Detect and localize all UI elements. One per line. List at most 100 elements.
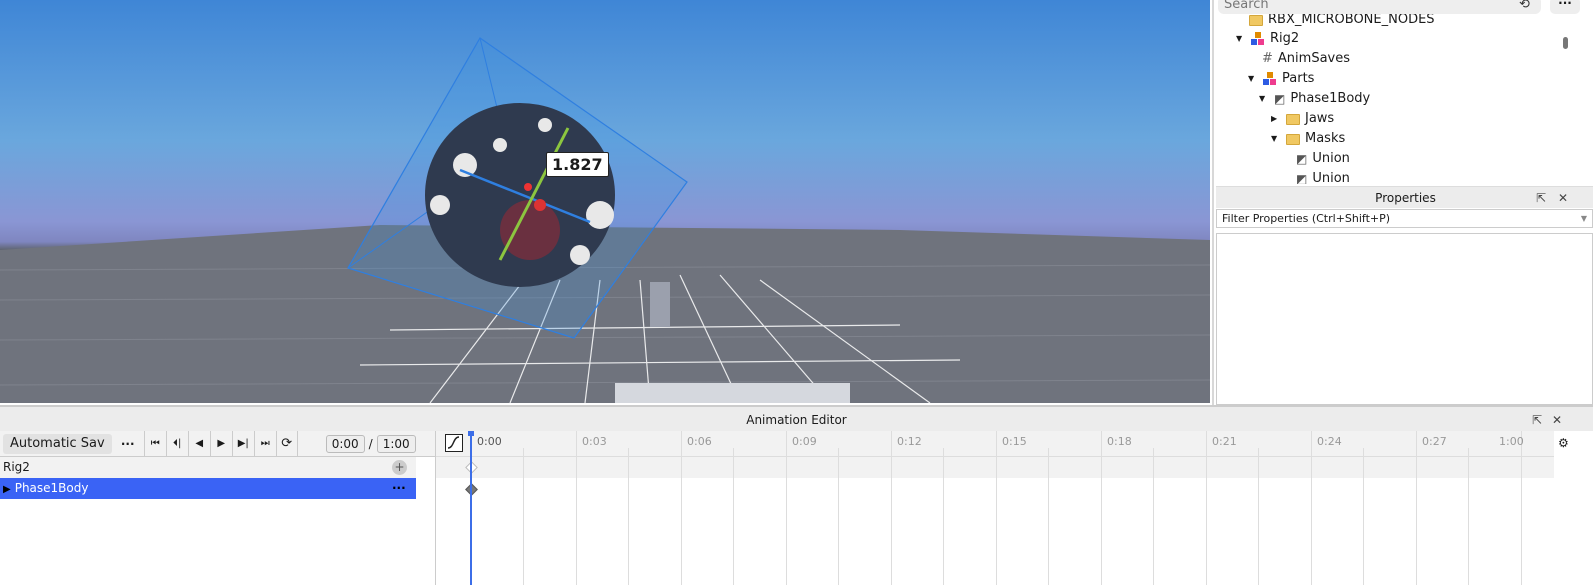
timeline-major-tick	[786, 431, 787, 585]
timeline-label: 1:00	[1499, 435, 1524, 448]
tree-item-label: Phase1Body	[1290, 91, 1371, 106]
3d-viewport[interactable]: 1.827	[0, 0, 1210, 403]
timeline-major-tick	[1521, 431, 1522, 585]
skip-to-end-icon[interactable]: ⏭	[253, 430, 276, 457]
animation-toolbar: Automatic Sav ··· ⏮ ⏴| ◀ ▶ ▶| ⏭ ⟳ 0:00 /…	[0, 430, 435, 457]
tree-item-animsaves[interactable]: # AnimSaves	[1262, 49, 1350, 69]
end-time-input[interactable]: 1:00	[376, 434, 416, 453]
timeline-minor-tick	[628, 448, 629, 585]
tree-item-parts[interactable]: ▼ Parts	[1248, 69, 1314, 89]
timeline-minor-tick	[1048, 448, 1049, 585]
folder-icon	[1286, 113, 1300, 125]
track-label: Phase1Body	[14, 481, 89, 495]
expand-arrow-icon[interactable]: ▼	[1236, 29, 1246, 49]
folder-icon	[1249, 14, 1263, 26]
tree-item-label: AnimSaves	[1277, 51, 1350, 66]
hash-icon: #	[1262, 51, 1273, 66]
playhead[interactable]	[470, 431, 472, 585]
dropdown-arrow-icon[interactable]: ▼	[1581, 210, 1587, 227]
tree-item-label: Jaws	[1305, 111, 1335, 126]
previous-keyframe-icon[interactable]: ⏴|	[165, 430, 188, 457]
loop-icon[interactable]: ⟳	[275, 430, 298, 457]
timeline-major-tick	[1311, 431, 1312, 585]
timeline-major-tick	[891, 431, 892, 585]
tree-item-label: Rig2	[1270, 31, 1300, 46]
tree-item-union[interactable]: ◩ Union	[1296, 149, 1350, 169]
tree-item-union[interactable]: ◩ Union	[1296, 169, 1350, 184]
close-icon[interactable]: ✕	[1552, 407, 1562, 433]
track-row-rig2[interactable]: Rig2 +	[0, 457, 416, 478]
playhead-handle[interactable]	[468, 431, 474, 436]
play-icon[interactable]: ▶	[209, 430, 232, 457]
timeline-minor-tick	[943, 448, 944, 585]
timeline-minor-tick	[1363, 448, 1364, 585]
timeline-major-tick	[1416, 431, 1417, 585]
next-keyframe-icon[interactable]: ▶|	[231, 430, 254, 457]
tree-item-jaws[interactable]: ▶ Jaws	[1271, 109, 1334, 129]
track-label: Rig2	[3, 460, 30, 474]
animation-editor-title: Animation Editor	[746, 413, 847, 427]
undock-icon[interactable]: ⇱	[1536, 187, 1546, 209]
timeline-major-tick	[576, 431, 577, 585]
tree-item-phase1body[interactable]: ▼ ◩ Phase1Body	[1259, 89, 1370, 109]
model-icon	[1263, 72, 1277, 86]
timeline-label: 0:15	[1002, 435, 1027, 448]
collapse-arrow-icon[interactable]: ▶	[1271, 109, 1281, 129]
timeline-label: 0:18	[1107, 435, 1132, 448]
properties-title: Properties	[1375, 191, 1436, 205]
timeline-label: 0:21	[1212, 435, 1237, 448]
timeline-major-tick	[681, 431, 682, 585]
save-mode-button[interactable]: Automatic Sav	[3, 433, 112, 454]
timeline-minor-tick	[1468, 448, 1469, 585]
scene-graphic	[0, 37, 1210, 403]
tree-item-label: Parts	[1282, 71, 1315, 86]
properties-header: Properties ⇱ ✕	[1216, 186, 1593, 208]
timeline-row-rig2	[436, 457, 1593, 478]
timeline-label: 0:09	[792, 435, 817, 448]
tree-item-rig2[interactable]: ▼ Rig2	[1236, 29, 1299, 49]
tree-item[interactable]: RBX_MICROBONE_NODES	[1249, 14, 1435, 30]
track-row-phase1body[interactable]: ▶ Phase1Body ···	[0, 478, 416, 499]
measurement-label: 1.827	[546, 152, 609, 177]
timeline-minor-tick	[1153, 448, 1154, 585]
more-options-button[interactable]: ···	[112, 437, 144, 451]
explorer-tree: RBX_MICROBONE_NODES ▼ Rig2 # AnimSaves ▼ Pa…	[1214, 14, 1593, 184]
explorer-scrollbar[interactable]	[1563, 37, 1568, 49]
current-time-input[interactable]: 0:00	[325, 434, 365, 453]
tree-item-label: Union	[1312, 171, 1350, 184]
undock-icon[interactable]: ⇱	[1532, 407, 1542, 433]
union-icon: ◩	[1274, 92, 1286, 106]
track-more-button[interactable]: ···	[392, 478, 406, 499]
tree-item-masks[interactable]: ▼ Masks	[1271, 129, 1345, 149]
timeline-label: 0:03	[582, 435, 607, 448]
expand-arrow-icon[interactable]: ▼	[1271, 129, 1281, 149]
add-track-button[interactable]: +	[392, 460, 407, 475]
expand-arrow-icon[interactable]: ▶	[3, 484, 11, 495]
timeline-label: 0:12	[897, 435, 922, 448]
skip-to-start-icon[interactable]: ⏮	[143, 430, 166, 457]
play-reverse-icon[interactable]: ◀	[187, 430, 210, 457]
model-icon	[1251, 32, 1265, 46]
filter-properties-input[interactable]: Filter Properties (Ctrl+Shift+P) ▼	[1216, 209, 1593, 228]
timeline-label: 0:24	[1317, 435, 1342, 448]
union-icon: ◩	[1296, 152, 1308, 166]
tree-item-label: Masks	[1305, 131, 1346, 146]
timeline-label: 0:06	[687, 435, 712, 448]
folder-icon	[1286, 133, 1300, 145]
timeline[interactable]: ⚙ 0:00 0:03 0:06 0:09 0:12 0:15 0:18 0:21 0:24 0:…	[435, 431, 1593, 585]
settings-gear-icon[interactable]: ⚙	[1558, 436, 1569, 450]
timeline-major-tick	[1206, 431, 1207, 585]
union-icon: ◩	[1296, 172, 1308, 184]
close-icon[interactable]: ✕	[1558, 187, 1568, 209]
timeline-label: 0:00	[477, 435, 502, 448]
animation-editor: Animation Editor ⇱ ✕ Automatic Sav ··· ⏮…	[0, 405, 1593, 585]
explorer-more-button[interactable]: ···	[1550, 0, 1580, 14]
expand-arrow-icon[interactable]: ▼	[1248, 69, 1258, 89]
expand-arrow-icon[interactable]: ▼	[1259, 89, 1269, 109]
timeline-minor-tick	[523, 448, 524, 585]
track-list: Rig2 + ▶ Phase1Body ···	[0, 457, 416, 585]
curve-editor-icon[interactable]	[445, 434, 463, 452]
history-icon[interactable]: ⟲	[1519, 0, 1530, 12]
timeline-minor-tick	[733, 448, 734, 585]
explorer-search-input[interactable]: Search	[1218, 0, 1541, 14]
